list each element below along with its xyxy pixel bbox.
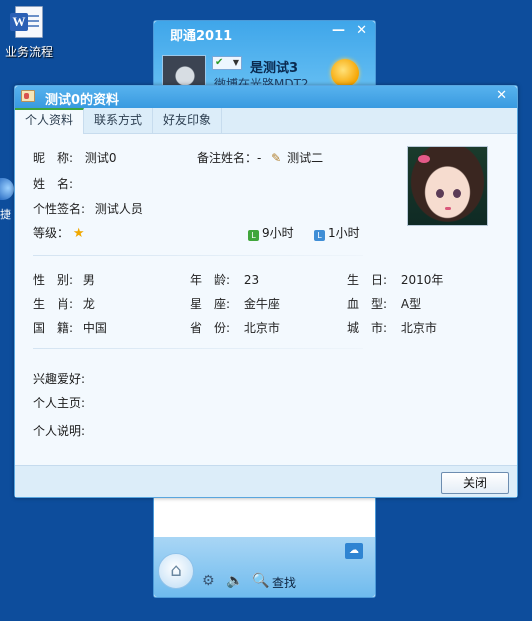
gear-icon[interactable]: ⚙ — [202, 573, 215, 589]
divider — [33, 348, 363, 349]
name-row: 姓 名: — [33, 175, 73, 192]
zodiac-value: 龙 — [82, 297, 95, 311]
province-label: 省 份: — [190, 321, 231, 335]
cloud-icon[interactable]: ☁ — [345, 543, 363, 559]
minimize-button[interactable]: — — [332, 23, 345, 38]
close-button[interactable]: 关闭 — [441, 472, 509, 494]
online-time-2: L 1小时 — [314, 224, 360, 241]
detail-nationality: 国 籍: 中国 — [33, 319, 107, 336]
blood-type-value: A型 — [400, 297, 422, 311]
detail-zodiac: 生 肖: 龙 — [33, 295, 95, 312]
nickname-row: 昵 称: 测试0 — [33, 149, 117, 166]
gender-label: 性 别: — [33, 273, 74, 287]
gender-value: 男 — [82, 273, 95, 287]
profile-dialog: 测试0的资料 ✕ 个人资料 联系方式 好友印象 昵 称: 测试0 备注姓名：- … — [14, 85, 518, 498]
weather-sun-icon[interactable] — [331, 59, 359, 87]
im-header: 即通2011 — ✕ ✔ 是测试3 微博在光路MDT2 — [154, 21, 375, 87]
nickname-label: 昵 称: — [33, 151, 74, 165]
age-value: 23 — [243, 273, 260, 287]
homepage-label: 个人主页: — [33, 396, 86, 410]
divider — [33, 255, 363, 256]
city-value: 北京市 — [400, 321, 437, 335]
clock-blue-icon: L — [314, 230, 325, 241]
detail-constellation: 星 座: 金牛座 — [190, 295, 280, 312]
birthday-value: 2010年 — [400, 273, 444, 287]
volume-icon[interactable]: 🔈 — [226, 573, 243, 589]
signature-label: 个性签名: — [33, 202, 86, 216]
find-button[interactable]: 查找 — [272, 574, 296, 591]
avatar[interactable] — [162, 55, 206, 87]
detail-blood-type: 血 型: A型 — [347, 295, 421, 312]
tab-contact[interactable]: 联系方式 — [84, 108, 154, 134]
tab-personal-info[interactable]: 个人资料 — [15, 108, 85, 134]
detail-city: 城 市: 北京市 — [347, 319, 437, 336]
detail-province: 省 份: 北京市 — [190, 319, 280, 336]
remark-row: 备注姓名：- ✎ 测试二 — [197, 149, 323, 166]
dialog-close-icon[interactable]: ✕ — [496, 88, 507, 103]
remark-label: 备注姓名：- — [197, 151, 262, 165]
city-label: 城 市: — [347, 321, 388, 335]
desktop-word-file[interactable]: 业务流程 — [0, 6, 58, 60]
user-nickname: 是测试3 — [250, 61, 299, 76]
signature-row: 个性签名: 测试人员 — [33, 200, 143, 217]
im-title: 即通2011 — [170, 29, 233, 44]
im-footer: ☁ ⌂ ⚙ 🔈 🔍 查找 — [154, 537, 375, 597]
dialog-footer: 关闭 — [15, 465, 517, 497]
level-star-icon: ★ — [72, 226, 85, 241]
blood-type-label: 血 型: — [347, 297, 388, 311]
clock-green-icon: L — [248, 230, 259, 241]
birthday-label: 生 日: — [347, 273, 388, 287]
tab-friend-impression[interactable]: 好友印象 — [153, 108, 223, 134]
shortcut-icon — [0, 178, 14, 200]
nickname-value: 测试0 — [84, 151, 117, 165]
dialog-titlebar: 测试0的资料 ✕ — [15, 86, 517, 108]
description-label: 个人说明: — [33, 424, 86, 438]
online-time-1-value: 9小时 — [262, 226, 294, 240]
constellation-label: 星 座: — [190, 297, 231, 311]
level-label: 等级： — [33, 226, 70, 240]
nationality-value: 中国 — [82, 321, 107, 335]
desktop-shortcut-label: 捷 — [0, 208, 11, 221]
nationality-label: 国 籍: — [33, 321, 74, 335]
profile-photo[interactable] — [407, 146, 488, 226]
profile-card-icon — [21, 90, 35, 102]
online-time-2-value: 1小时 — [328, 226, 360, 240]
detail-age: 年 龄: 23 — [190, 271, 259, 288]
detail-gender: 性 别: 男 — [33, 271, 95, 288]
online-time-1: L 9小时 — [248, 224, 294, 241]
desktop-icon-label: 业务流程 — [4, 45, 53, 59]
age-label: 年 龄: — [190, 273, 231, 287]
hobby-label: 兴趣爱好: — [33, 372, 86, 386]
status-dropdown[interactable]: ✔ — [212, 56, 242, 70]
profile-content: 昵 称: 测试0 备注姓名：- ✎ 测试二 姓 名: 个性签名: 测试人员 等级… — [15, 134, 517, 466]
signature-value: 测试人员 — [94, 202, 143, 216]
dialog-title: 测试0的资料 — [45, 93, 120, 108]
zodiac-label: 生 肖: — [33, 297, 74, 311]
detail-birthday: 生 日: 2010年 — [347, 271, 443, 288]
word-document-icon — [10, 6, 43, 38]
desktop-shortcut[interactable]: 捷 — [0, 178, 14, 222]
remark-value: 测试二 — [287, 151, 324, 165]
close-button[interactable]: ✕ — [356, 23, 367, 38]
name-label: 姓 名: — [33, 177, 74, 191]
tab-bar: 个人资料 联系方式 好友印象 — [15, 108, 517, 134]
edit-pen-icon[interactable]: ✎ — [271, 151, 281, 165]
province-value: 北京市 — [243, 321, 280, 335]
constellation-value: 金牛座 — [243, 297, 280, 311]
home-icon[interactable]: ⌂ — [158, 553, 194, 589]
level-row: 等级： ★ — [33, 224, 85, 241]
search-icon[interactable]: 🔍 — [252, 573, 269, 589]
